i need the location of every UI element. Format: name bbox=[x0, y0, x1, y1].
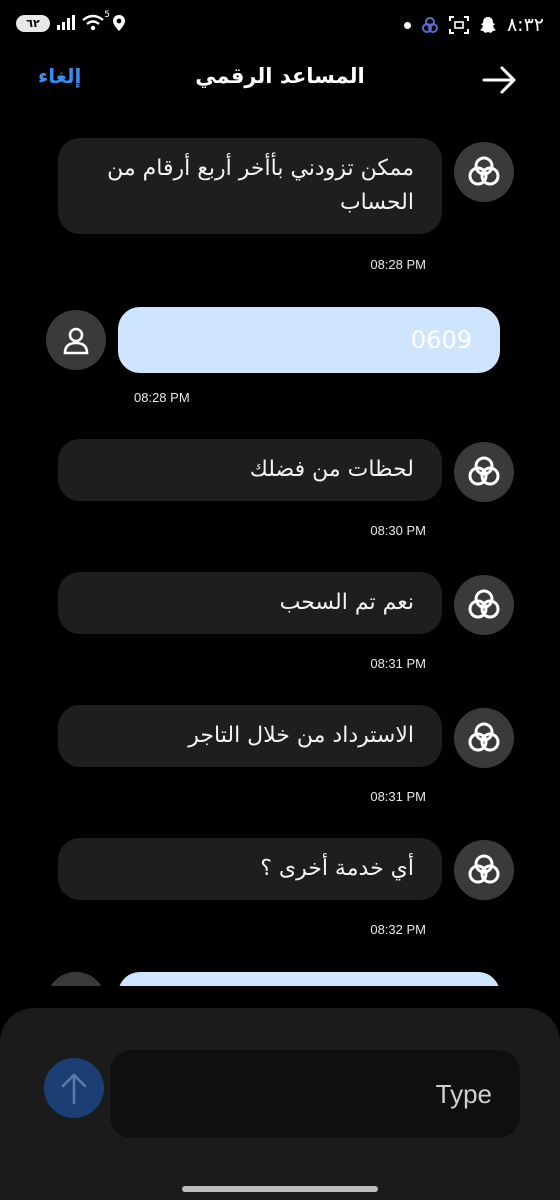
message-timestamp: 08:31 PM bbox=[370, 656, 426, 671]
bot-message-bubble: لحظات من فضلك bbox=[58, 439, 442, 501]
bot-message-bubble: نعم تم السحب bbox=[58, 572, 442, 634]
chat-messages[interactable]: ممكن تزودني بأأخر أربع أرقام من الحساب 0… bbox=[0, 120, 560, 986]
assistant-logo-icon bbox=[468, 156, 500, 186]
bot-avatar bbox=[454, 575, 514, 635]
message-timestamp: 08:31 PM bbox=[370, 789, 426, 804]
status-bar: ٦٢ 5 ٨:٣٢ bbox=[0, 0, 560, 52]
status-time: ٨:٣٢ bbox=[506, 14, 544, 36]
user-avatar bbox=[46, 972, 106, 986]
signal-icon bbox=[57, 15, 75, 30]
send-button[interactable] bbox=[44, 1058, 104, 1118]
bot-avatar bbox=[454, 142, 514, 202]
user-message-bubble bbox=[118, 972, 500, 986]
message-timestamp: 08:28 PM bbox=[134, 390, 190, 405]
app-notification-icon bbox=[421, 17, 438, 33]
page-title: المساعد الرقمي bbox=[195, 64, 365, 88]
bot-avatar bbox=[454, 840, 514, 900]
user-message-bubble: 0609 bbox=[118, 307, 500, 373]
arrow-up-icon bbox=[61, 1073, 87, 1105]
message-timestamp: 08:28 PM bbox=[370, 257, 426, 272]
message-timestamp: 08:32 PM bbox=[370, 922, 426, 937]
network-type-label: 5 bbox=[104, 10, 110, 20]
assistant-logo-icon bbox=[468, 456, 500, 486]
home-indicator[interactable] bbox=[182, 1186, 378, 1192]
bot-message-bubble: أي خدمة أخرى ؟ bbox=[58, 838, 442, 900]
battery-indicator: ٦٢ bbox=[16, 14, 50, 32]
user-icon bbox=[63, 327, 89, 355]
message-input[interactable] bbox=[110, 1050, 520, 1138]
assistant-logo-icon bbox=[468, 722, 500, 752]
wifi-icon: 5 bbox=[82, 10, 110, 32]
back-button[interactable] bbox=[480, 64, 520, 96]
bot-avatar bbox=[454, 442, 514, 502]
snapchat-icon bbox=[479, 17, 496, 33]
user-avatar bbox=[46, 310, 106, 370]
bot-avatar bbox=[454, 708, 514, 768]
bot-message-bubble: الاسترداد من خلال التاجر bbox=[58, 705, 442, 767]
notification-dot-icon bbox=[403, 21, 411, 29]
bot-message-bubble: ممكن تزودني بأأخر أربع أرقام من الحساب bbox=[58, 138, 442, 234]
app-header: إلغاء المساعد الرقمي bbox=[0, 52, 560, 108]
screen-capture-icon bbox=[448, 16, 469, 34]
location-icon bbox=[113, 15, 125, 31]
assistant-logo-icon bbox=[468, 854, 500, 884]
assistant-logo-icon bbox=[468, 589, 500, 619]
arrow-right-icon bbox=[482, 66, 516, 94]
message-timestamp: 08:30 PM bbox=[370, 523, 426, 538]
